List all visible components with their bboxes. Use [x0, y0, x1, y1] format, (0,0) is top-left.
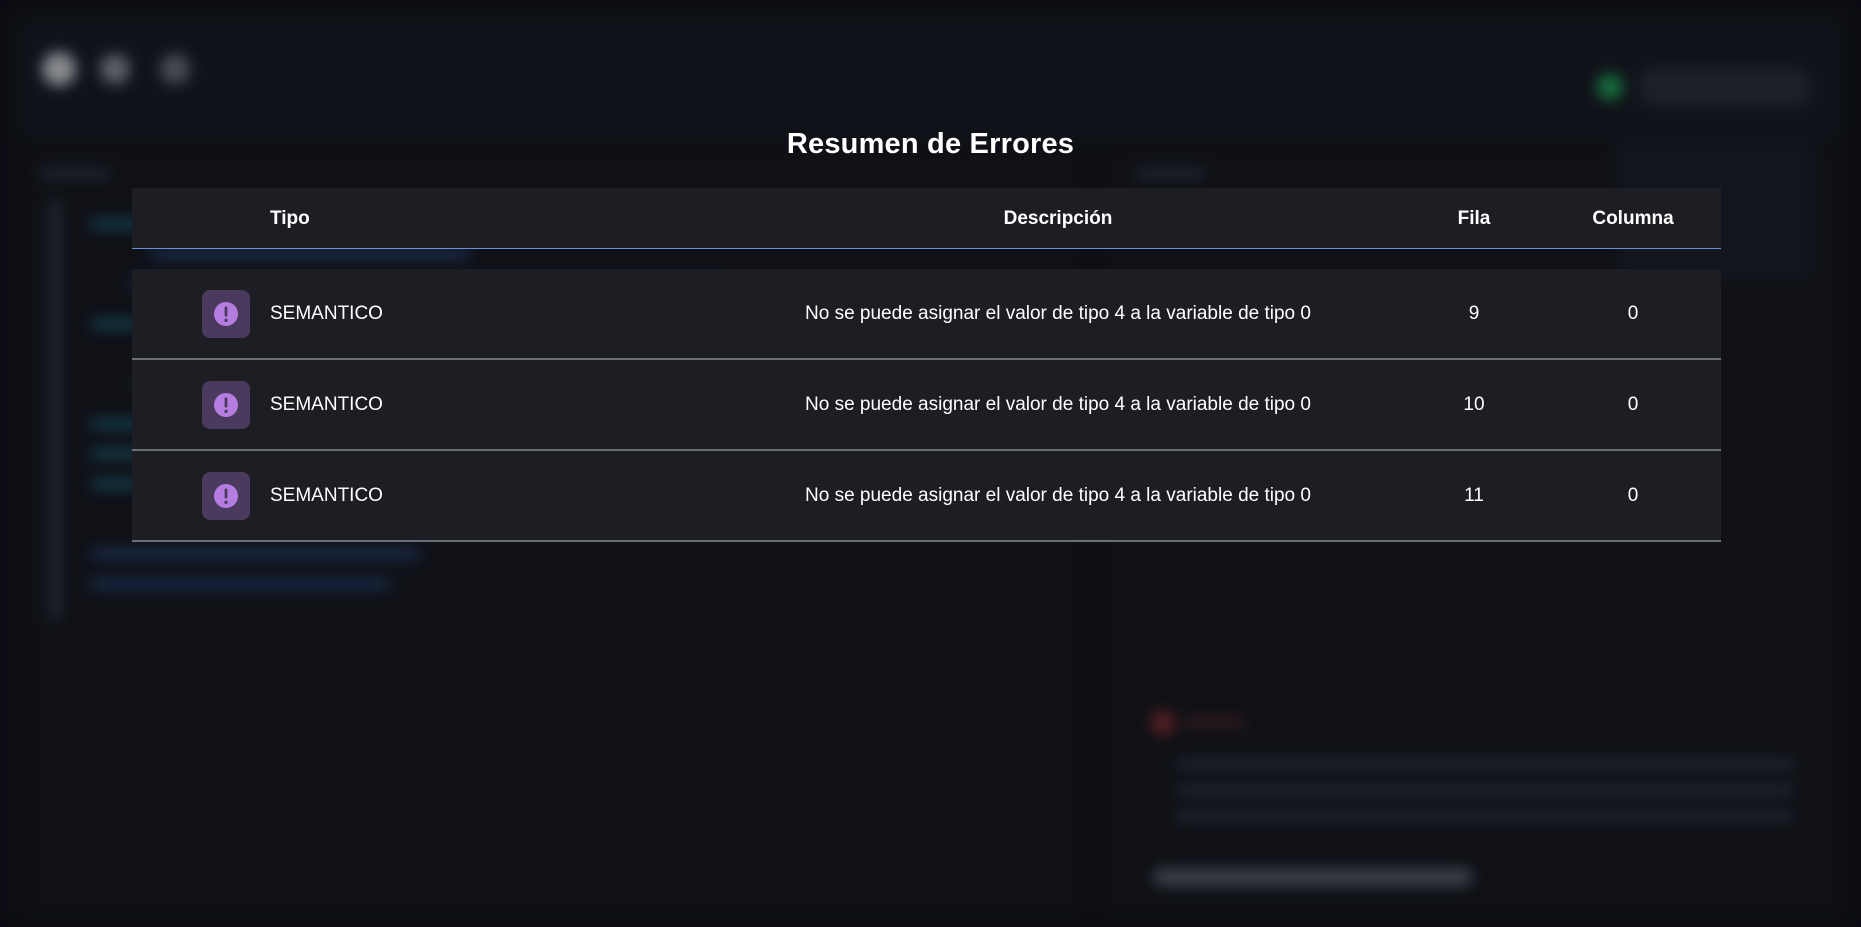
- column-header-fila[interactable]: Fila: [1434, 188, 1514, 249]
- row-columna: 0: [1627, 485, 1639, 506]
- row-descripcion: No se puede asignar el valor de tipo 4 a…: [805, 485, 1311, 506]
- table-row[interactable]: SEMANTICO No se puede asignar el valor d…: [132, 360, 1721, 451]
- errors-table: Tipo Descripción Fila Columna SEMANTICO …: [132, 188, 1721, 542]
- row-columna: 0: [1627, 394, 1639, 415]
- error-summary-modal: Resumen de Errores Tipo Descripción Fila…: [0, 0, 1861, 927]
- column-header-columna[interactable]: Columna: [1583, 188, 1683, 249]
- modal-title: Resumen de Errores: [786, 128, 1075, 160]
- alert-icon: [202, 472, 250, 520]
- row-fila: 11: [1464, 485, 1484, 506]
- row-fila: 9: [1468, 303, 1480, 324]
- alert-icon: [202, 381, 250, 429]
- table-header: Tipo Descripción Fila Columna: [132, 188, 1721, 249]
- alert-icon: [202, 290, 250, 338]
- row-tipo: SEMANTICO: [270, 303, 383, 324]
- row-descripcion: No se puede asignar el valor de tipo 4 a…: [805, 394, 1311, 415]
- row-tipo: SEMANTICO: [270, 394, 383, 415]
- table-row[interactable]: SEMANTICO No se puede asignar el valor d…: [132, 269, 1721, 360]
- column-header-descripcion[interactable]: Descripción: [558, 188, 1558, 249]
- row-descripcion: No se puede asignar el valor de tipo 4 a…: [805, 303, 1311, 324]
- row-columna: 0: [1627, 303, 1639, 324]
- table-row[interactable]: SEMANTICO No se puede asignar el valor d…: [132, 451, 1721, 542]
- row-fila: 10: [1463, 394, 1485, 415]
- column-header-tipo[interactable]: Tipo: [270, 188, 310, 249]
- row-tipo: SEMANTICO: [270, 485, 383, 506]
